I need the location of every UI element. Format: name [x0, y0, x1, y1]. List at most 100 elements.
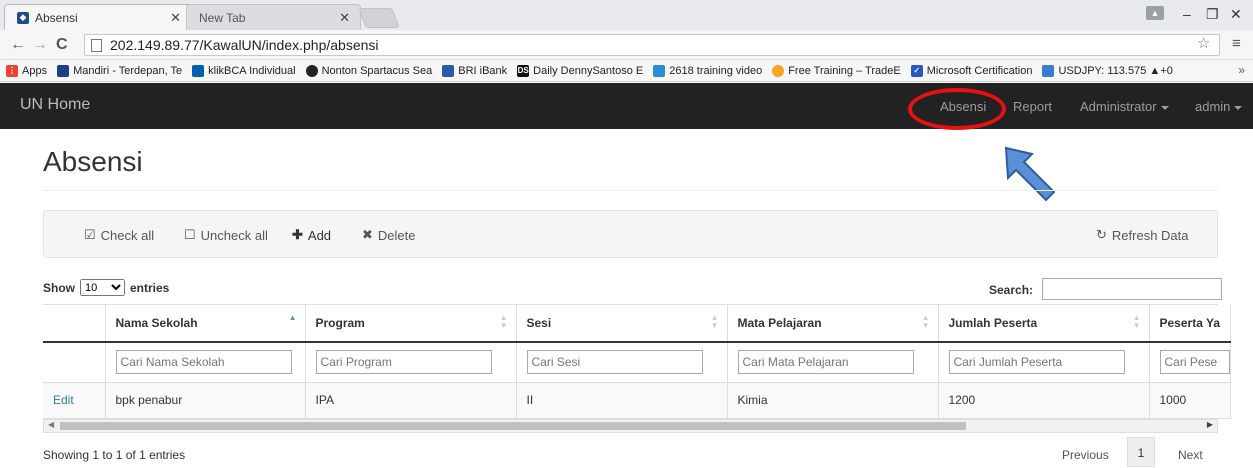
table-row: Edit bpk penabur IPA II Kimia 1200 1000	[43, 382, 1231, 419]
bookmark-apps[interactable]: ⋮ Apps	[6, 64, 47, 77]
url-text: 202.149.89.77/KawalUN/index.php/absensi	[110, 37, 379, 53]
check-square-icon: ☑	[84, 227, 96, 242]
page-length-control: Show 10 entries	[43, 279, 169, 296]
empty-square-icon: ☐	[184, 227, 196, 242]
entries-select[interactable]: 10	[80, 279, 125, 296]
nav-administrator[interactable]: Administrator	[1080, 99, 1169, 114]
browser-tab-bar: ◆ Absensi ✕ New Tab ✕ ▲ – ❐ ✕	[0, 0, 1253, 30]
search-input[interactable]	[1042, 278, 1222, 300]
tab-absensi[interactable]: ◆ Absensi ✕	[4, 4, 192, 30]
nav-admin[interactable]: admin	[1195, 99, 1243, 114]
bookmark-icon	[772, 64, 785, 77]
bookmark-icon	[442, 64, 455, 77]
bookmarks-more-button[interactable]: »	[1238, 63, 1245, 77]
bookmarks-bar: ⋮ Apps Mandiri - Terdepan, Te klikBCA Ind…	[0, 60, 1253, 82]
column-header-sesi[interactable]: Sesi ▲ ▼	[516, 304, 728, 343]
address-bar-row: ← → C 202.149.89.77/KawalUN/index.php/ab…	[0, 30, 1253, 60]
absensi-table: Nama Sekolah ▲ Program ▲ ▼ Sesi ▲ ▼ Mata Pela…	[43, 304, 1231, 419]
column-header-peserta-ya[interactable]: Peserta Ya	[1149, 304, 1231, 343]
add-button[interactable]: ✚ Add	[292, 227, 331, 243]
restore-icon[interactable]: ❐	[1206, 6, 1219, 23]
cell-peserta-ya: 1000	[1149, 382, 1231, 419]
close-tab-icon[interactable]: ✕	[170, 10, 181, 26]
bookmark-icon: DS	[517, 64, 530, 77]
tab-title: Absensi	[35, 10, 78, 25]
brand-link[interactable]: UN Home	[20, 96, 90, 114]
app-navbar: UN Home Absensi Report Administrator adm…	[0, 83, 1253, 129]
bookmark-item[interactable]: Mandiri - Terdepan, Te	[57, 64, 182, 77]
cell-sesi: II	[516, 382, 728, 419]
reload-icon[interactable]: C	[56, 36, 68, 54]
forward-icon[interactable]: →	[32, 36, 48, 54]
pagination-next[interactable]: Next	[1178, 448, 1203, 462]
plus-icon: ✚	[292, 227, 303, 242]
tab-title: New Tab	[199, 10, 246, 25]
column-header-mata-pelajaran[interactable]: Mata Pelajaran ▲ ▼	[727, 304, 939, 343]
bookmark-icon	[192, 64, 205, 77]
sort-icon: ▲ ▼	[710, 313, 719, 330]
bookmark-icon	[1042, 64, 1055, 77]
bookmark-item[interactable]: DS Daily DennySantoso E	[517, 64, 643, 77]
caret-down-icon	[1160, 105, 1169, 110]
column-header-action	[43, 304, 106, 343]
cell-nama-sekolah: bpk penabur	[105, 382, 306, 419]
filter-jumlah-peserta-input[interactable]	[948, 350, 1125, 375]
bookmark-icon: ✓	[910, 64, 923, 77]
bookmark-item[interactable]: 2618 training video	[653, 64, 762, 77]
pagination-previous[interactable]: Previous	[1062, 448, 1109, 462]
column-header-program[interactable]: Program ▲ ▼	[305, 304, 517, 343]
filter-peserta-ya-input[interactable]	[1159, 350, 1229, 375]
new-tab-button[interactable]	[358, 8, 400, 28]
filter-program-input[interactable]	[315, 350, 492, 375]
uncheck-all-button[interactable]: ☐ Uncheck all	[184, 227, 268, 243]
scroll-left-icon[interactable]: ◀	[48, 420, 54, 429]
filter-nama-sekolah-input[interactable]	[115, 350, 292, 375]
pointer-arrow-annotation	[1004, 146, 1056, 202]
minimize-icon[interactable]: –	[1183, 6, 1191, 22]
horizontal-scrollbar[interactable]: ◀ ▶	[43, 419, 1218, 433]
browser-menu-icon[interactable]: ≡	[1232, 35, 1241, 52]
refresh-data-button[interactable]: ↻ Refresh Data	[1096, 227, 1189, 243]
edit-link[interactable]: Edit	[53, 393, 74, 407]
bookmark-item[interactable]: USDJPY: 113.575 ▲+0	[1042, 64, 1173, 77]
sort-asc-icon: ▲	[288, 313, 297, 322]
scrollbar-thumb[interactable]	[60, 422, 966, 430]
bookmark-icon	[653, 64, 666, 77]
pagination-page-1[interactable]: 1	[1127, 437, 1155, 467]
bookmark-item[interactable]: Free Training – TradeE	[772, 64, 901, 77]
scroll-right-icon[interactable]: ▶	[1207, 420, 1213, 429]
column-header-nama-sekolah[interactable]: Nama Sekolah ▲	[105, 304, 306, 343]
bookmark-item[interactable]: Nonton Spartacus Sea	[305, 64, 432, 77]
page-title: Absensi	[43, 146, 143, 177]
filter-row	[43, 342, 1231, 383]
check-all-button[interactable]: ☑ Check all	[84, 227, 154, 243]
delete-button[interactable]: ✖ Delete	[362, 227, 415, 243]
bookmark-icon	[305, 64, 318, 77]
action-toolbar: ☑ Check all ☐ Uncheck all ✚ Add ✖ Delete ↻ Re…	[43, 210, 1218, 258]
bookmark-item[interactable]: ✓ Microsoft Certification	[910, 64, 1032, 77]
window-close-icon[interactable]: ✕	[1230, 6, 1242, 23]
refresh-icon: ↻	[1096, 227, 1107, 242]
filter-sesi-input[interactable]	[526, 350, 703, 375]
highlight-circle-annotation	[908, 88, 1006, 130]
page-icon	[91, 38, 102, 52]
sort-icon: ▲ ▼	[921, 313, 930, 330]
close-tab-icon[interactable]: ✕	[339, 10, 350, 26]
sort-icon: ▲ ▼	[1132, 313, 1141, 330]
bookmark-item[interactable]: klikBCA Individual	[192, 64, 296, 77]
divider	[43, 190, 1218, 191]
filter-mata-pelajaran-input[interactable]	[737, 350, 914, 375]
caret-down-icon	[1234, 105, 1243, 110]
profile-icon[interactable]: ▲	[1146, 6, 1164, 20]
nav-report[interactable]: Report	[1013, 99, 1052, 114]
bookmark-star-icon[interactable]: ☆	[1197, 34, 1210, 52]
back-icon[interactable]: ←	[10, 36, 26, 54]
bookmark-item[interactable]: BRI iBank	[442, 64, 507, 77]
column-header-jumlah-peserta[interactable]: Jumlah Peserta ▲ ▼	[938, 304, 1150, 343]
url-input[interactable]: 202.149.89.77/KawalUN/index.php/absensi	[84, 34, 1220, 56]
cell-jumlah-peserta: 1200	[938, 382, 1150, 419]
tab-new-tab[interactable]: New Tab ✕	[186, 4, 361, 30]
bookmark-icon	[57, 64, 70, 77]
x-icon: ✖	[362, 227, 373, 242]
apps-grid-icon: ⋮	[6, 64, 18, 77]
